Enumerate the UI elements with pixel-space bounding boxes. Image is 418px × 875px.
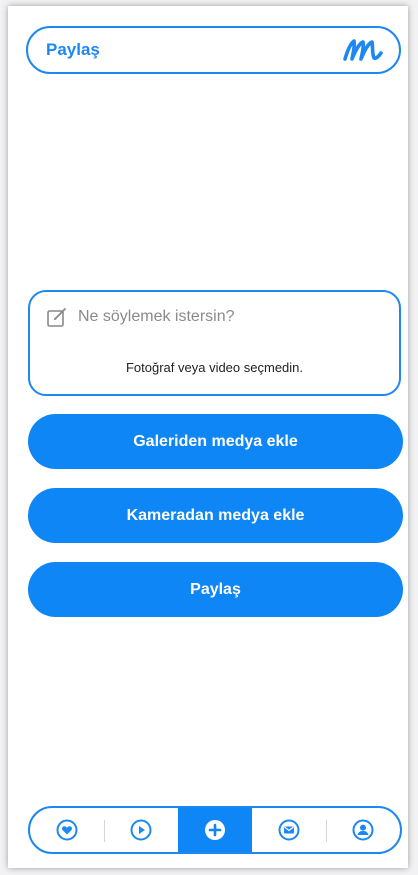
nav-item-videos[interactable] [104, 808, 178, 852]
profile-icon [352, 819, 374, 841]
heart-icon [56, 819, 78, 841]
bottom-nav [28, 806, 402, 854]
nav-item-messages[interactable] [252, 808, 326, 852]
post-text-input[interactable] [78, 308, 368, 326]
top-header: Paylaş [26, 26, 401, 74]
plus-icon [205, 820, 225, 840]
app-screen: Paylaş Fotoğraf veya video seçmedin. Gal… [8, 6, 408, 868]
nav-item-profile[interactable] [326, 808, 400, 852]
brand-m-logo-icon[interactable] [341, 35, 385, 65]
play-icon [130, 819, 152, 841]
mail-icon [278, 819, 300, 841]
share-button[interactable]: Paylaş [28, 562, 403, 617]
media-empty-hint: Fotoğraf veya video seçmedin. [125, 360, 304, 375]
nav-item-create[interactable] [178, 808, 252, 852]
edit-icon [47, 308, 66, 327]
nav-item-favorites[interactable] [30, 808, 104, 852]
add-from-gallery-button[interactable]: Galeriden medya ekle [28, 414, 403, 469]
post-composer: Fotoğraf veya video seçmedin. [28, 290, 401, 396]
page-title: Paylaş [46, 40, 100, 59]
add-from-camera-button[interactable]: Kameradan medya ekle [28, 488, 403, 543]
